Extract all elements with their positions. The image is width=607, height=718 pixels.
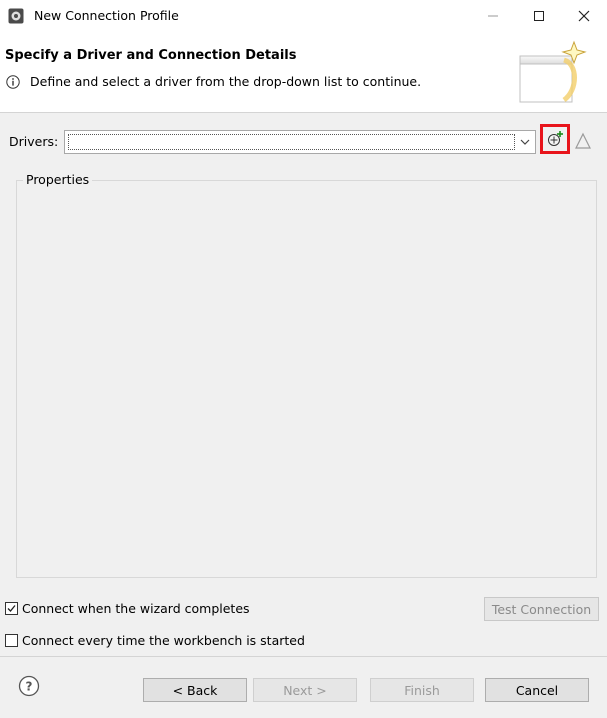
finish-button[interactable]: Finish xyxy=(370,678,474,702)
check-icon xyxy=(7,605,16,612)
window-title: New Connection Profile xyxy=(34,8,179,23)
info-icon xyxy=(6,75,20,89)
properties-label: Properties xyxy=(23,172,93,187)
next-button[interactable]: Next > xyxy=(253,678,357,702)
close-button[interactable] xyxy=(561,0,607,32)
drivers-dropdown-value xyxy=(68,134,515,150)
wizard-banner-icon xyxy=(519,40,587,103)
footer-divider xyxy=(0,656,607,657)
header-message: Define and select a driver from the drop… xyxy=(30,74,422,89)
connect-on-startup-label: Connect every time the workbench is star… xyxy=(22,633,305,648)
connect-on-finish-label: Connect when the wizard completes xyxy=(22,601,250,616)
checkbox-unchecked[interactable] xyxy=(5,634,18,647)
close-icon xyxy=(578,10,590,22)
title-bar: New Connection Profile xyxy=(0,0,607,32)
minimize-button[interactable] xyxy=(470,0,516,32)
svg-text:?: ? xyxy=(26,680,33,694)
connect-on-finish-checkbox[interactable]: Connect when the wizard completes xyxy=(5,601,250,616)
chevron-down-icon xyxy=(520,139,530,145)
test-connection-button[interactable]: Test Connection xyxy=(484,597,599,621)
maximize-icon xyxy=(534,11,544,21)
checkbox-checked[interactable] xyxy=(5,602,18,615)
properties-group xyxy=(16,180,597,578)
minimize-icon xyxy=(488,15,498,17)
drivers-dropdown[interactable] xyxy=(64,130,536,154)
maximize-button[interactable] xyxy=(516,0,562,32)
page-title: Specify a Driver and Connection Details xyxy=(5,48,297,63)
help-icon[interactable]: ? xyxy=(18,675,40,697)
back-button[interactable]: < Back xyxy=(143,678,247,702)
new-driver-button[interactable] xyxy=(540,124,570,154)
connect-on-startup-checkbox[interactable]: Connect every time the workbench is star… xyxy=(5,633,305,648)
cancel-button[interactable]: Cancel xyxy=(485,678,589,702)
edit-driver-icon[interactable] xyxy=(574,132,592,150)
app-icon xyxy=(8,8,24,24)
new-driver-icon xyxy=(548,131,563,146)
drivers-label: Drivers: xyxy=(9,134,59,149)
wizard-header: Specify a Driver and Connection Details … xyxy=(0,32,607,113)
